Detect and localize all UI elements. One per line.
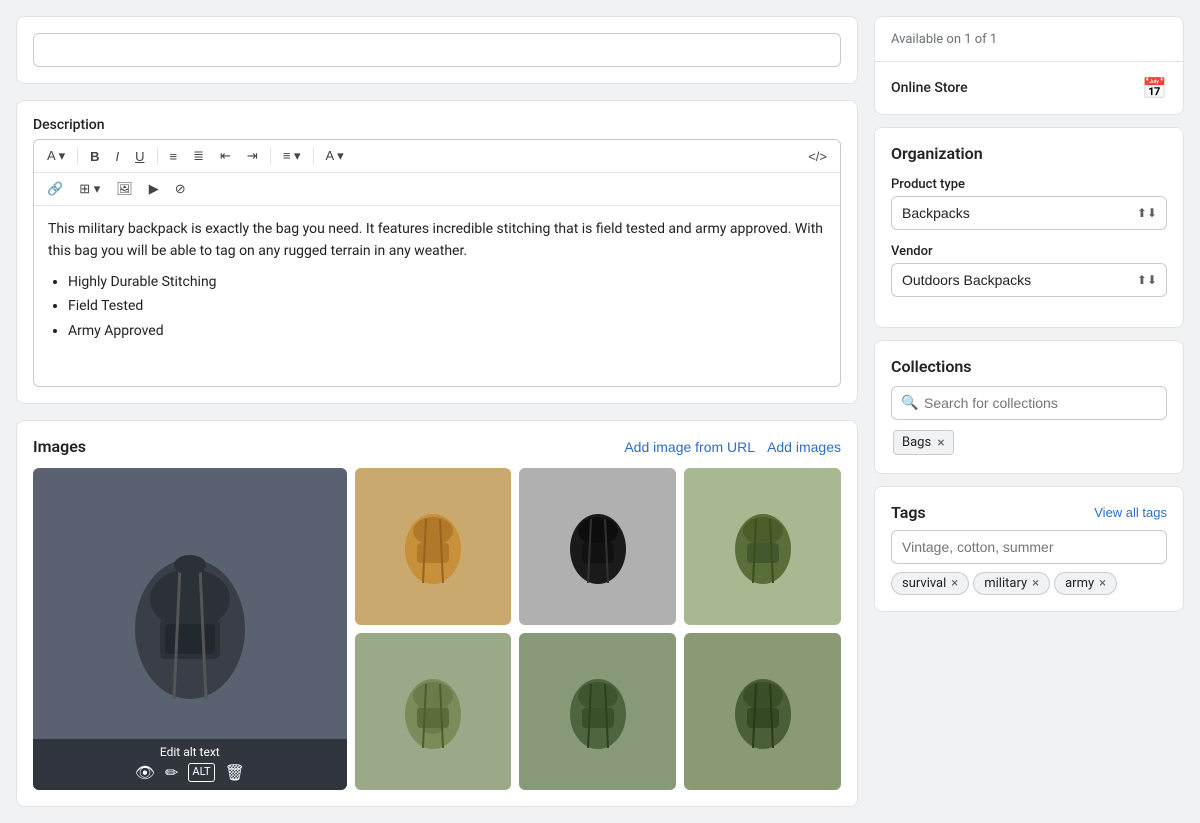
tags-card: Tags View all tags survival × military ×… xyxy=(874,486,1184,612)
toolbar-video-btn[interactable]: ▶ xyxy=(142,177,166,201)
toolbar-text-color-btn[interactable]: A ▾ xyxy=(319,144,351,168)
thumb-4-svg xyxy=(393,666,473,756)
bullet-item-3: Army Approved xyxy=(68,320,826,342)
thumb-4[interactable] xyxy=(355,633,512,790)
toolbar-indent-left-btn[interactable]: ⇤ xyxy=(213,144,238,168)
store-name: Online Store xyxy=(891,80,968,96)
thumb-3[interactable] xyxy=(684,468,841,625)
availability-top: Available on 1 of 1 xyxy=(875,17,1183,62)
collection-tag-label: Bags xyxy=(902,435,931,450)
thumb-6-svg xyxy=(723,666,803,756)
main-backpack-svg xyxy=(110,529,270,729)
images-header: Images Add image from URL Add images xyxy=(33,437,841,456)
collections-search-input[interactable] xyxy=(891,386,1167,420)
thumb-2[interactable] xyxy=(519,468,676,625)
toolbar-font-btn[interactable]: A ▾ xyxy=(40,144,72,168)
description-editor[interactable]: A ▾ B I U ≡ ≣ ⇤ ⇥ ≡ ▾ A ▾ </> xyxy=(33,139,841,387)
availability-count: Available on 1 of 1 xyxy=(891,32,997,47)
toolbar-noformat-btn[interactable]: ⊘ xyxy=(168,177,193,201)
collections-search-wrap: 🔍 xyxy=(891,386,1167,420)
vendor-group: Vendor Outdoors Backpacks Military Suppl… xyxy=(891,244,1167,297)
thumb-5[interactable] xyxy=(519,633,676,790)
product-type-group: Product type Backpacks Bags Accessories … xyxy=(891,177,1167,230)
toolbar-row-2: 🔗 ⊞ ▾ 🖼 ▶ ⊘ xyxy=(34,173,840,206)
availability-card: Available on 1 of 1 Online Store 📅 xyxy=(874,16,1184,115)
bullet-item-2: Field Tested xyxy=(68,295,826,317)
toolbar-indent-right-btn[interactable]: ⇥ xyxy=(240,144,265,168)
toolbar-code-btn[interactable]: </> xyxy=(801,145,834,168)
toolbar-row-1: A ▾ B I U ≡ ≣ ⇤ ⇥ ≡ ▾ A ▾ </> xyxy=(34,140,840,173)
tags-header: Tags View all tags xyxy=(891,503,1167,522)
tags-list: survival × military × army × xyxy=(891,572,1167,595)
thumb-1-svg xyxy=(393,501,473,591)
thumb-1[interactable] xyxy=(355,468,512,625)
organization-card: Organization Product type Backpacks Bags… xyxy=(874,127,1184,328)
toolbar-image-btn[interactable]: 🖼 xyxy=(109,177,140,201)
tags-input[interactable] xyxy=(891,530,1167,564)
bullet-item-1: Highly Durable Stitching xyxy=(68,271,826,293)
collections-title: Collections xyxy=(891,357,1167,376)
collections-card: Collections 🔍 Bags × xyxy=(874,340,1184,474)
thumb-5-svg xyxy=(558,666,638,756)
tag-military: military × xyxy=(973,572,1050,595)
toolbar-divider-1 xyxy=(77,147,78,165)
editor-content[interactable]: This military backpack is exactly the ba… xyxy=(34,206,840,386)
image-overlay: Edit alt text 👁 ✏ ALT 🗑 xyxy=(33,739,347,790)
tag-army-remove[interactable]: × xyxy=(1099,577,1106,590)
toolbar-link-btn[interactable]: 🔗 xyxy=(40,177,70,201)
search-icon: 🔍 xyxy=(901,395,918,411)
add-image-url-button[interactable]: Add image from URL xyxy=(624,439,755,455)
toolbar-divider-4 xyxy=(313,147,314,165)
toolbar-align-btn[interactable]: ≡ ▾ xyxy=(276,144,308,168)
tag-military-remove[interactable]: × xyxy=(1032,577,1039,590)
vendor-select[interactable]: Outdoors Backpacks Military Supply Adven… xyxy=(891,263,1167,297)
tag-survival: survival × xyxy=(891,572,969,595)
product-type-label: Product type xyxy=(891,177,1167,192)
toolbar-underline-btn[interactable]: U xyxy=(128,145,151,168)
editor-bullet-list: Highly Durable Stitching Field Tested Ar… xyxy=(68,271,826,342)
tag-military-label: military xyxy=(984,576,1027,591)
toolbar-bold-btn[interactable]: B xyxy=(83,145,106,168)
collections-tags: Bags × xyxy=(891,428,1167,457)
product-type-select[interactable]: Backpacks Bags Accessories xyxy=(891,196,1167,230)
thumb-6[interactable] xyxy=(684,633,841,790)
overlay-icon-row: 👁 ✏ ALT 🗑 xyxy=(37,763,343,788)
view-icon[interactable]: 👁 xyxy=(135,763,155,782)
collection-tag-remove[interactable]: × xyxy=(937,436,944,450)
edit-alt-text-label: Edit alt text xyxy=(160,745,220,759)
view-all-tags-button[interactable]: View all tags xyxy=(1094,505,1167,520)
tag-army-label: army xyxy=(1065,576,1094,591)
thumb-2-svg xyxy=(558,501,638,591)
toolbar-divider-3 xyxy=(270,147,271,165)
tag-survival-label: survival xyxy=(902,576,946,591)
availability-row: Online Store 📅 xyxy=(875,62,1183,114)
product-type-select-wrap: Backpacks Bags Accessories ⬆⬇ xyxy=(891,196,1167,230)
alt-icon[interactable]: ALT xyxy=(188,763,214,782)
toolbar-ul-btn[interactable]: ≡ xyxy=(163,145,185,168)
description-label: Description xyxy=(33,117,841,133)
editor-body-text: This military backpack is exactly the ba… xyxy=(48,218,826,263)
toolbar-table-btn[interactable]: ⊞ ▾ xyxy=(72,177,107,201)
toolbar-divider-2 xyxy=(157,147,158,165)
vendor-select-wrap: Outdoors Backpacks Military Supply Adven… xyxy=(891,263,1167,297)
toolbar-italic-btn[interactable]: I xyxy=(108,145,126,168)
toolbar-ol-btn[interactable]: ≣ xyxy=(186,144,211,168)
add-images-button[interactable]: Add images xyxy=(767,439,841,455)
tag-survival-remove[interactable]: × xyxy=(951,577,958,590)
images-actions: Add image from URL Add images xyxy=(624,439,841,455)
edit-icon[interactable]: ✏ xyxy=(165,763,178,782)
organization-title: Organization xyxy=(891,144,1167,163)
images-title: Images xyxy=(33,437,86,456)
calendar-icon[interactable]: 📅 xyxy=(1142,76,1167,100)
tag-army: army × xyxy=(1054,572,1117,595)
images-grid: Edit alt text 👁 ✏ ALT 🗑 xyxy=(33,468,841,790)
thumb-3-svg xyxy=(723,501,803,591)
tags-title: Tags xyxy=(891,503,926,522)
images-card: Images Add image from URL Add images xyxy=(16,420,858,807)
main-image[interactable]: Edit alt text 👁 ✏ ALT 🗑 xyxy=(33,468,347,790)
vendor-label: Vendor xyxy=(891,244,1167,259)
product-title-input[interactable]: Durable Army Backpack xyxy=(33,33,841,67)
collection-tag-bags: Bags × xyxy=(893,430,954,455)
delete-icon[interactable]: 🗑 xyxy=(225,763,245,782)
